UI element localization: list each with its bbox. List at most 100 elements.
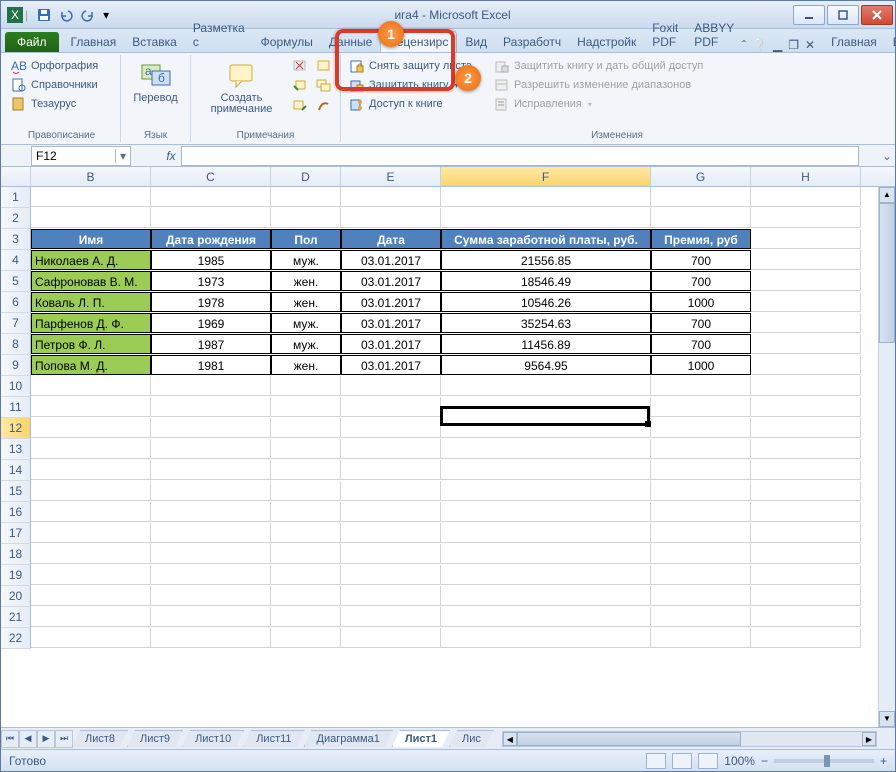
ribbon-tab-8[interactable]: Надстройк [569,32,644,52]
column-header-H[interactable]: H [751,167,861,186]
new-comment-button[interactable]: Создать примечание [197,57,286,117]
cell-C1[interactable] [151,187,271,207]
cell-G13[interactable] [651,439,751,459]
cell-E19[interactable] [341,565,441,585]
fx-icon[interactable]: fx [161,149,181,163]
ribbon-tab-3[interactable]: Формулы [253,32,321,52]
ribbon-tab-2[interactable]: Разметка с [185,18,253,52]
cell-C21[interactable] [151,607,271,627]
cell-B7[interactable]: Парфенов Д. Ф. [31,313,151,333]
ribbon-tab-4[interactable]: Данные [321,32,380,52]
cell-F7[interactable]: 35254.63 [441,313,651,333]
cell-C17[interactable] [151,523,271,543]
spelling-button[interactable]: ABCОрфография [9,57,114,75]
cell-E8[interactable]: 03.01.2017 [341,334,441,354]
cell-C10[interactable] [151,376,271,396]
column-header-B[interactable]: B [31,167,151,186]
prev-comment-button[interactable] [290,77,310,95]
sheet-tab-2[interactable]: Лист10 [182,730,244,747]
cell-G21[interactable] [651,607,751,627]
cell-F4[interactable]: 21556.85 [441,250,651,270]
track-changes-button[interactable]: Исправления▾ [492,95,705,113]
row-header-5[interactable]: 5 [1,271,31,292]
cell-C12[interactable] [151,418,271,438]
cell-F14[interactable] [441,460,651,480]
sheet-tab-0[interactable]: Лист8 [72,730,128,747]
column-header-C[interactable]: C [151,167,271,186]
cell-F2[interactable] [441,208,651,228]
cell-D3[interactable]: Пол [271,229,341,249]
cell-H14[interactable] [751,460,861,480]
row-header-6[interactable]: 6 [1,292,31,313]
column-header-F[interactable]: F [441,167,651,186]
sheet-nav-prev[interactable]: ◀ [19,730,37,748]
cell-C6[interactable]: 1978 [151,292,271,312]
cell-G2[interactable] [651,208,751,228]
scroll-down-icon[interactable]: ▼ [879,711,895,727]
zoom-in-button[interactable]: + [880,754,887,768]
cell-C7[interactable]: 1969 [151,313,271,333]
row-header-3[interactable]: 3 [1,229,31,250]
row-header-1[interactable]: 1 [1,187,31,208]
cell-H1[interactable] [751,187,861,207]
cell-H5[interactable] [751,271,861,291]
cell-C15[interactable] [151,481,271,501]
cell-E12[interactable] [341,418,441,438]
cell-F3[interactable]: Сумма заработной платы, руб. [441,229,651,249]
cell-E18[interactable] [341,544,441,564]
next-comment-button[interactable] [290,97,310,115]
scroll-right-icon[interactable]: ▶ [862,732,876,746]
cell-D1[interactable] [271,187,341,207]
row-header-8[interactable]: 8 [1,334,31,355]
row-header-14[interactable]: 14 [1,460,31,481]
cell-E6[interactable]: 03.01.2017 [341,292,441,312]
cell-D19[interactable] [271,565,341,585]
ribbon-tab-1[interactable]: Вставка [124,32,185,52]
cell-H13[interactable] [751,439,861,459]
cell-B10[interactable] [31,376,151,396]
cell-E17[interactable] [341,523,441,543]
cell-D15[interactable] [271,481,341,501]
cell-D5[interactable]: жен. [271,271,341,291]
cell-H18[interactable] [751,544,861,564]
sheet-nav-last[interactable]: ⏭ [55,730,73,748]
vscroll-thumb[interactable] [879,203,895,343]
cell-B8[interactable]: Петров Ф. Л. [31,334,151,354]
cell-H15[interactable] [751,481,861,501]
save-button[interactable] [34,5,54,25]
row-header-13[interactable]: 13 [1,439,31,460]
row-header-19[interactable]: 19 [1,565,31,586]
cell-G11[interactable] [651,397,751,417]
cell-F12[interactable] [441,418,651,438]
cell-C11[interactable] [151,397,271,417]
cell-F5[interactable]: 18546.49 [441,271,651,291]
cell-B4[interactable]: Николаев А. Д. [31,250,151,270]
cell-H7[interactable] [751,313,861,333]
cell-B20[interactable] [31,586,151,606]
cell-D22[interactable] [271,628,341,648]
cell-D13[interactable] [271,439,341,459]
cell-B6[interactable]: Коваль Л. П. [31,292,151,312]
scroll-up-icon[interactable]: ▲ [879,187,895,203]
cell-G3[interactable]: Премия, руб [651,229,751,249]
sheet-tab-3[interactable]: Лист11 [243,730,304,747]
show-comment-button[interactable] [314,57,334,75]
cell-B5[interactable]: Сафроновав В. М. [31,271,151,291]
cell-G4[interactable]: 700 [651,250,751,270]
cell-C2[interactable] [151,208,271,228]
cell-C16[interactable] [151,502,271,522]
cell-C8[interactable]: 1987 [151,334,271,354]
cell-G18[interactable] [651,544,751,564]
cell-G6[interactable]: 1000 [651,292,751,312]
cell-F10[interactable] [441,376,651,396]
cell-D8[interactable]: муж. [271,334,341,354]
cell-E13[interactable] [341,439,441,459]
cell-C3[interactable]: Дата рождения [151,229,271,249]
cell-G10[interactable] [651,376,751,396]
cell-H22[interactable] [751,628,861,648]
sheet-nav-first[interactable]: ⏮ [1,730,19,748]
grid-body[interactable]: ▲ ▼ 123ИмяДата рожденияПолДатаСумма зара… [1,187,895,727]
cell-D17[interactable] [271,523,341,543]
cell-F11[interactable] [441,397,651,417]
sheet-tab-5[interactable]: Лист1 [392,730,450,747]
